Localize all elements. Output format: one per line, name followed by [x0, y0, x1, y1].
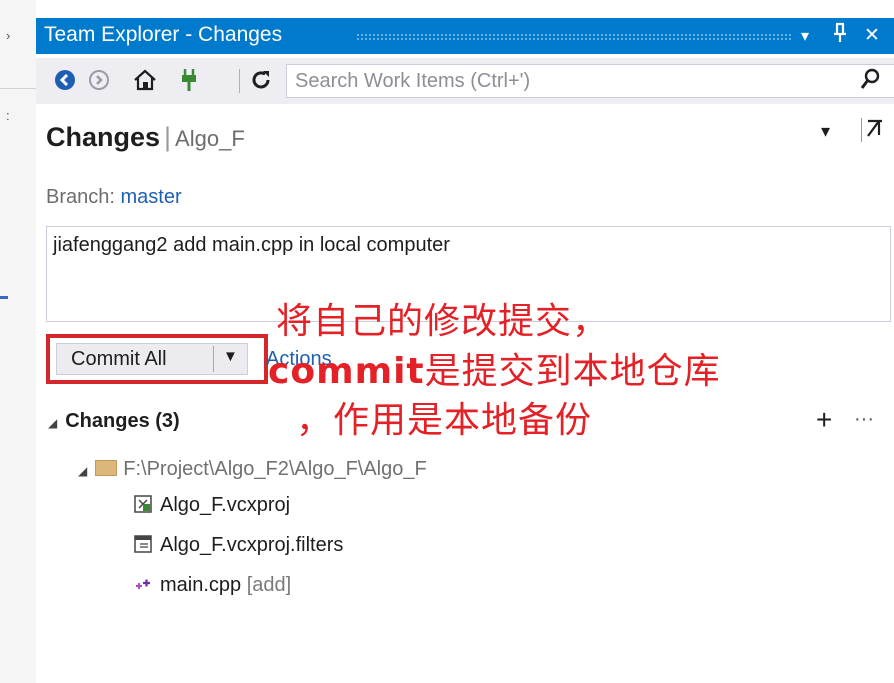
connect-icon[interactable]: [176, 67, 202, 93]
popout-icon[interactable]: [861, 118, 886, 142]
ide-left-strip: › :: [0, 0, 37, 683]
collapse-triangle-icon[interactable]: ◢: [78, 464, 87, 478]
window-title: Team Explorer - Changes: [44, 23, 283, 46]
left-strip-glyph: :: [6, 108, 10, 123]
search-work-items-input[interactable]: Search Work Items (Ctrl+'): [286, 64, 894, 98]
commit-dropdown-icon[interactable]: ▼: [223, 348, 238, 365]
pin-button[interactable]: [832, 22, 848, 50]
folder-item[interactable]: ◢ F:\Project\Algo_F2\Algo_F\Algo_F: [78, 458, 427, 481]
project-name: Algo_F: [175, 126, 245, 151]
toolbar-separator: [239, 69, 240, 93]
forward-icon[interactable]: [86, 67, 112, 93]
commit-all-label: Commit All: [71, 348, 167, 370]
header-separator: |: [164, 122, 172, 152]
search-placeholder: Search Work Items (Ctrl+'): [295, 70, 531, 92]
folder-icon: [95, 460, 118, 476]
page-header: Changes | Algo_F: [46, 122, 245, 153]
annotation-line3: ，作用是本地备份: [296, 399, 593, 440]
annotation-line1: 将自己的修改提交，: [276, 300, 610, 341]
more-options-button[interactable]: ···: [854, 408, 874, 431]
commit-all-button[interactable]: Commit All ▼: [56, 343, 248, 375]
commit-button-divider: [213, 346, 214, 372]
file-item[interactable]: Algo_F.vcxproj.filters: [134, 534, 343, 557]
file-name: main.cpp: [160, 574, 242, 596]
annotation-commit-word: commit: [268, 351, 425, 392]
changes-section-title: Changes (3): [65, 410, 180, 432]
changes-section-header[interactable]: ◢ Changes (3): [48, 410, 180, 433]
branch-info: Branch: master: [46, 186, 182, 209]
refresh-icon[interactable]: [248, 67, 274, 93]
left-strip-divider: [0, 88, 36, 89]
branch-link[interactable]: master: [121, 186, 182, 208]
title-bar: Team Explorer - Changes ▾ ✕: [36, 18, 894, 54]
folder-path: F:\Project\Algo_F2\Algo_F\Algo_F: [123, 458, 427, 480]
close-button[interactable]: ✕: [864, 24, 880, 47]
page-title: Changes: [46, 122, 161, 152]
left-strip-glyph: ›: [6, 28, 11, 43]
toolbar: Search Work Items (Ctrl+'): [36, 58, 894, 104]
filters-file-icon: [134, 535, 152, 553]
collapse-triangle-icon[interactable]: ◢: [48, 416, 57, 430]
add-file-icon: [134, 575, 152, 593]
file-item[interactable]: Algo_F.vcxproj: [134, 494, 290, 517]
left-strip-marker: [0, 296, 8, 299]
file-item[interactable]: main.cpp [add]: [134, 574, 291, 597]
search-icon[interactable]: [859, 67, 881, 99]
annotation-line2: commit是提交到本地仓库: [268, 351, 721, 392]
home-icon[interactable]: [132, 67, 158, 93]
pin-icon: [834, 22, 846, 42]
window-dropdown-button[interactable]: ▾: [801, 26, 809, 46]
back-icon[interactable]: [52, 67, 78, 93]
vcxproj-file-icon: [134, 495, 152, 513]
annotation-line2-text: 是提交到本地仓库: [424, 350, 721, 391]
file-status: [add]: [246, 574, 292, 596]
branch-label: Branch:: [46, 186, 115, 208]
file-name: Algo_F.vcxproj.filters: [160, 534, 344, 556]
title-bar-grip[interactable]: [356, 33, 791, 40]
stage-all-button[interactable]: +: [816, 404, 832, 436]
team-explorer-panel: Team Explorer - Changes ▾ ✕ Search Work …: [36, 0, 894, 683]
commit-highlight-box: Commit All ▼: [46, 334, 268, 384]
chevron-down-icon[interactable]: ▾: [821, 121, 830, 142]
file-name: Algo_F.vcxproj: [160, 494, 291, 516]
